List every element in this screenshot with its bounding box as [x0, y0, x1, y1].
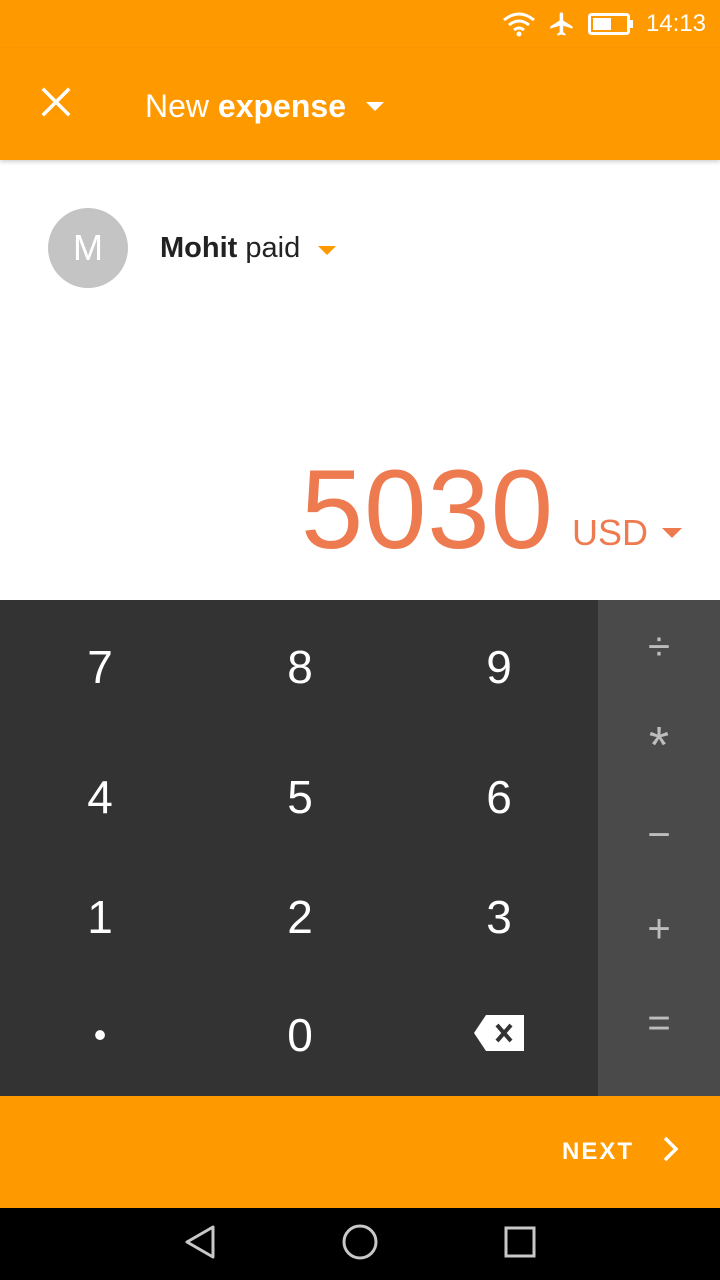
- title-prefix: New: [145, 87, 210, 124]
- key-1[interactable]: 1: [0, 860, 200, 980]
- home-button[interactable]: [336, 1220, 384, 1268]
- title-bold: expense: [217, 87, 346, 124]
- op-divide[interactable]: ÷: [598, 600, 720, 694]
- backspace-button[interactable]: [400, 980, 598, 1096]
- amount-row: 5030 USD: [301, 440, 682, 570]
- op-multiply[interactable]: *: [598, 694, 720, 788]
- payer-row: M Mohit paid: [48, 208, 337, 288]
- home-icon: [341, 1223, 379, 1266]
- avatar-initial: M: [73, 227, 103, 268]
- key-7[interactable]: 7: [0, 600, 200, 740]
- next-label: NEXT: [561, 1138, 634, 1165]
- operator-column: ÷ * − + =: [598, 600, 720, 1096]
- key-4[interactable]: 4: [0, 740, 200, 860]
- avatar: M: [48, 208, 128, 288]
- key-5[interactable]: 5: [200, 740, 400, 860]
- back-button[interactable]: [176, 1220, 224, 1268]
- payer-label: Mohit paid: [160, 232, 300, 265]
- back-icon: [183, 1224, 217, 1265]
- key-6[interactable]: 6: [400, 740, 598, 860]
- status-bar: 14:13: [0, 0, 720, 48]
- op-add[interactable]: +: [598, 882, 720, 976]
- status-time: 14:13: [645, 10, 706, 37]
- amount-display[interactable]: 5030: [301, 450, 554, 570]
- next-bar: NEXT: [0, 1096, 720, 1208]
- key-9[interactable]: 9: [400, 600, 598, 740]
- payer-name: Mohit: [160, 231, 238, 264]
- recents-button[interactable]: [496, 1220, 544, 1268]
- page-title: New expense: [145, 88, 346, 125]
- airplane-icon: [548, 10, 576, 38]
- wifi-icon: [502, 11, 536, 37]
- payer-dropdown[interactable]: Mohit paid: [160, 232, 337, 265]
- close-button[interactable]: [28, 76, 84, 132]
- screen: 14:13 New expense M Mohit paid 5030 USD …: [0, 0, 720, 1280]
- battery-icon: [587, 12, 634, 36]
- key-decimal[interactable]: •: [0, 980, 200, 1096]
- op-equals[interactable]: =: [598, 976, 720, 1070]
- backspace-icon: [474, 1008, 524, 1062]
- currency-label: USD: [571, 512, 648, 553]
- expense-type-dropdown[interactable]: New expense: [145, 84, 384, 128]
- caret-down-icon: [318, 245, 337, 255]
- chevron-right-icon: [662, 1135, 680, 1170]
- app-bar: New expense: [0, 48, 720, 160]
- caret-down-icon: [365, 101, 384, 111]
- recents-icon: [503, 1225, 537, 1264]
- key-2[interactable]: 2: [200, 860, 400, 980]
- currency-dropdown[interactable]: USD: [572, 512, 682, 570]
- key-8[interactable]: 8: [200, 600, 400, 740]
- system-nav-bar: [0, 1208, 720, 1280]
- op-subtract[interactable]: −: [598, 788, 720, 882]
- caret-down-icon: [662, 528, 682, 538]
- key-0[interactable]: 0: [200, 980, 400, 1096]
- key-3[interactable]: 3: [400, 860, 598, 980]
- next-button[interactable]: NEXT: [562, 1124, 680, 1180]
- payer-suffix: paid: [245, 231, 301, 264]
- number-keypad: 7 8 9 4 5 6 1 2 3 • 0: [0, 600, 598, 1096]
- close-icon: [41, 87, 71, 122]
